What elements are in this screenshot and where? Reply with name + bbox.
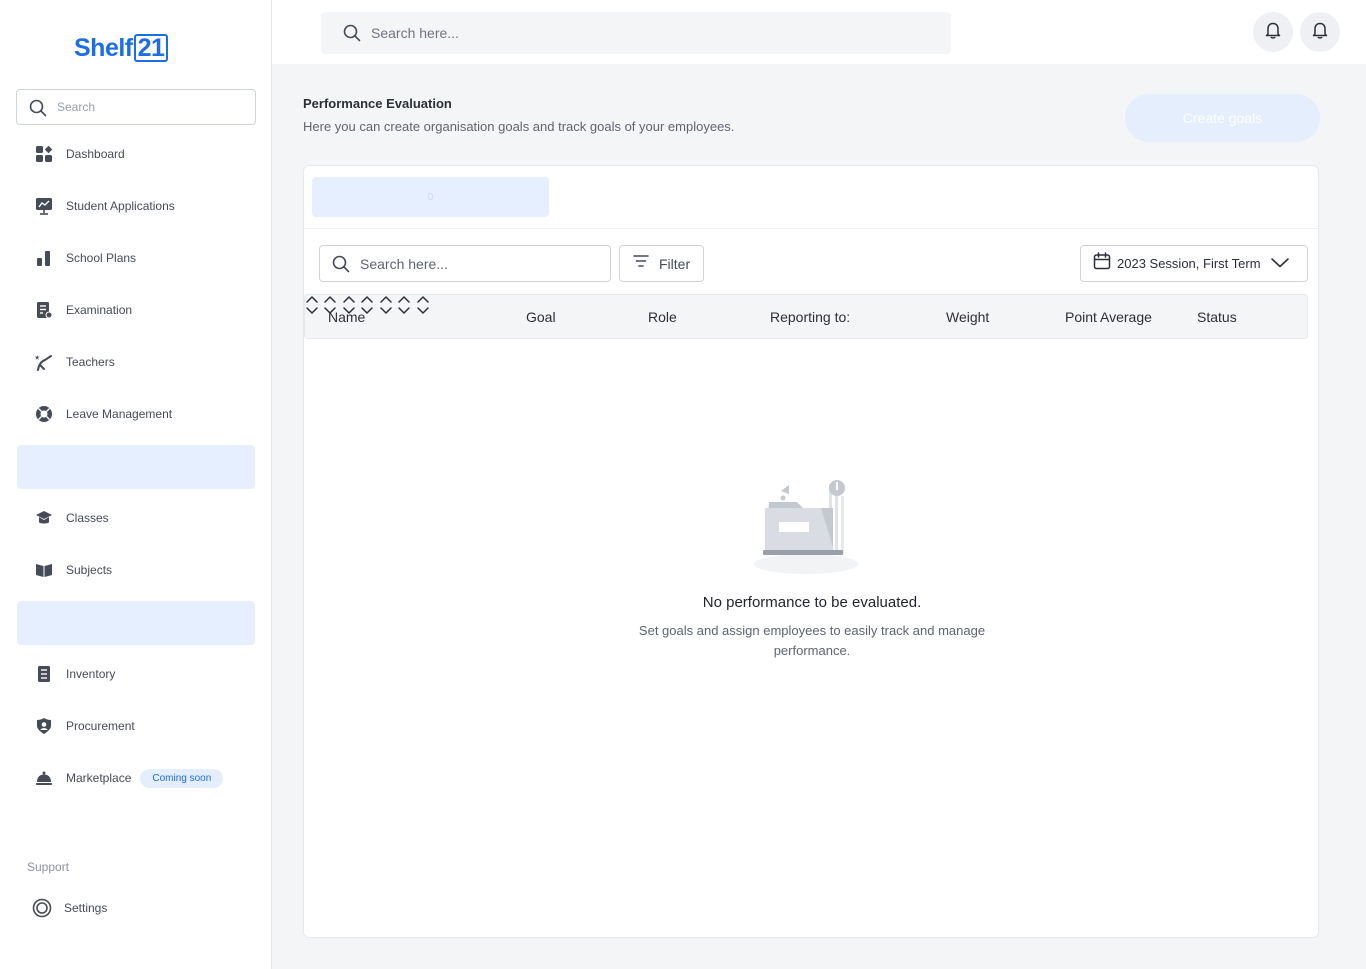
sort-icon[interactable]: [305, 296, 319, 319]
column-header-reporting-to[interactable]: Reporting to:: [770, 295, 850, 338]
column-label: Point Average: [1065, 308, 1152, 325]
performance-card: 0 Search here... Filter 2023 Session, Fi…: [303, 165, 1319, 938]
sidebar-item-active-placeholder[interactable]: [17, 445, 255, 489]
column-label: Goal: [526, 308, 556, 325]
sidebar-item-school-plans[interactable]: School Plans: [17, 236, 255, 280]
sidebar-item-dashboard[interactable]: Dashboard: [17, 132, 255, 176]
table-header: Name Goal Role Reporting to: Weight Poin…: [304, 294, 1308, 339]
sidebar-item-label: Classes: [66, 511, 109, 525]
teacher-pointer-icon: [34, 352, 54, 372]
lifebuoy-icon: [34, 404, 54, 424]
cloche-icon: [34, 768, 54, 788]
sidebar-item-settings[interactable]: Settings: [15, 886, 253, 930]
sidebar-item-procurement[interactable]: Procurement: [17, 704, 255, 748]
sidebar-item-classes[interactable]: Classes: [17, 496, 255, 540]
filter-button[interactable]: Filter: [619, 245, 704, 282]
logo-box: 21: [133, 34, 169, 62]
settings-icon: [32, 898, 52, 918]
global-search-input[interactable]: Search here...: [321, 12, 951, 54]
clipboard-list-icon: [34, 664, 54, 684]
sidebar-item-active-placeholder-2[interactable]: [17, 601, 255, 645]
column-header-role[interactable]: Role: [648, 295, 677, 338]
sidebar-item-examination[interactable]: Examination: [17, 288, 255, 332]
column-label: Role: [648, 308, 677, 325]
create-goals-button[interactable]: Create goals: [1125, 94, 1320, 142]
empty-state-title: No performance to be evaluated.: [702, 594, 922, 611]
notifications-button[interactable]: [1253, 12, 1293, 52]
page-title: Performance Evaluation: [303, 96, 452, 111]
sidebar: Shelf 21 Search Dashboard Student Applica…: [0, 0, 272, 969]
column-label: Name: [328, 308, 366, 325]
sidebar-item-label: Marketplace: [66, 771, 132, 785]
app-logo[interactable]: Shelf 21: [74, 34, 169, 63]
filter-lines-icon: [633, 254, 649, 273]
sidebar-item-leave-management[interactable]: Leave Management: [17, 392, 255, 436]
logo-text: Shelf: [74, 34, 133, 62]
column-header-goal[interactable]: Goal: [526, 295, 556, 338]
sort-icon[interactable]: [397, 296, 411, 319]
sidebar-item-student-applications[interactable]: Student Applications: [17, 184, 255, 228]
search-icon: [332, 255, 350, 278]
page-subtitle: Here you can create organisation goals a…: [303, 119, 735, 134]
column-header-point-average[interactable]: Point Average: [1065, 295, 1152, 338]
sidebar-item-label: Leave Management: [66, 407, 173, 421]
chevron-down-icon: [1270, 255, 1289, 273]
bell-icon: [1312, 21, 1328, 44]
table-search-input[interactable]: Search here...: [319, 245, 611, 282]
sidebar-item-label: School Plans: [66, 251, 137, 265]
sidebar-item-subjects[interactable]: Subjects: [17, 548, 255, 592]
column-header-status[interactable]: Status: [1197, 295, 1237, 338]
sidebar-item-label: Teachers: [66, 355, 115, 369]
sidebar-item-inventory[interactable]: Inventory: [17, 652, 255, 696]
empty-folder-illustration: [753, 476, 859, 581]
coming-soon-badge: Coming soon: [140, 768, 224, 788]
sidebar-search-input[interactable]: Search: [16, 89, 256, 125]
column-label: Weight: [946, 308, 990, 325]
bar-chart-icon: [34, 248, 54, 268]
dashboard-icon: [34, 144, 54, 164]
sort-icon[interactable]: [416, 296, 430, 319]
document-edit-icon: [34, 300, 54, 320]
graduation-cap-icon: [34, 508, 54, 528]
filter-label: Filter: [659, 255, 691, 272]
sidebar-item-label: Dashboard: [66, 147, 125, 161]
column-header-weight[interactable]: Weight: [946, 295, 989, 338]
sidebar-item-label: Student Applications: [66, 199, 175, 213]
bell-icon: [1265, 21, 1281, 44]
session-select[interactable]: 2023 Session, First Term: [1080, 245, 1308, 282]
presentation-chart-icon: [34, 196, 54, 216]
empty-state-subtitle: Set goals and assign employees to easily…: [638, 623, 986, 658]
shield-user-icon: [34, 716, 54, 736]
calendar-icon: [1093, 252, 1111, 275]
sidebar-item-label: Inventory: [66, 667, 116, 681]
open-book-icon: [34, 560, 54, 580]
tab-divider: [304, 228, 1318, 229]
support-heading: Support: [27, 860, 70, 874]
column-header-name[interactable]: Name: [328, 295, 365, 338]
alerts-button[interactable]: [1300, 12, 1340, 52]
sidebar-item-marketplace[interactable]: Marketplace Coming soon: [17, 756, 255, 800]
search-icon: [343, 24, 361, 47]
sidebar-item-label: Examination: [66, 303, 133, 317]
search-icon: [29, 99, 47, 122]
sidebar-item-label: Procurement: [66, 719, 135, 733]
global-search-placeholder: Search here...: [371, 25, 459, 41]
sidebar-item-label: Settings: [64, 901, 108, 915]
sidebar-search-placeholder: Search: [57, 100, 96, 114]
sort-icon[interactable]: [379, 296, 393, 319]
table-search-placeholder: Search here...: [360, 256, 448, 272]
session-label: 2023 Session, First Term: [1117, 256, 1261, 271]
column-label: Reporting to:: [770, 308, 851, 325]
column-label: Status: [1197, 308, 1237, 325]
top-bar: Search here...: [272, 0, 1366, 64]
sidebar-item-teachers[interactable]: Teachers: [17, 340, 255, 384]
tab-active[interactable]: 0: [312, 177, 549, 217]
sidebar-item-label: Subjects: [66, 563, 113, 577]
